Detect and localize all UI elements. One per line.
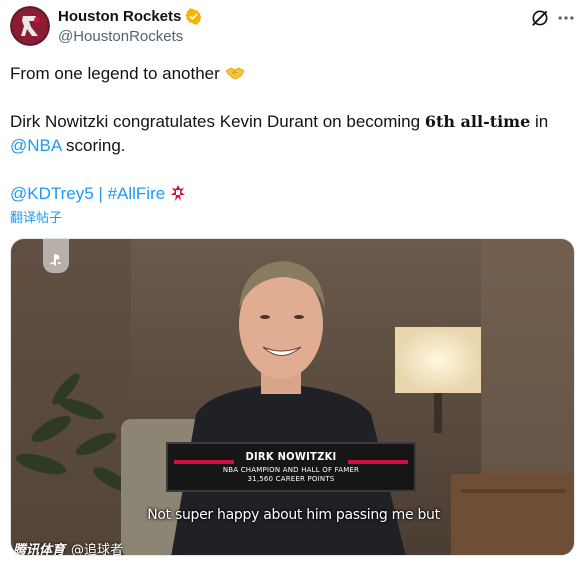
watermark-brand: 腾讯体育 (13, 543, 66, 556)
tweet-text-segment: Dirk Nowitzki congratulates Kevin Durant… (10, 112, 425, 131)
video-media[interactable]: DIRK NOWITZKI NBA CHAMPION AND HALL OF F… (10, 238, 575, 556)
video-watermark: 腾讯体育 @追球者 (13, 539, 124, 556)
hashtag-link-allfire[interactable]: #AllFire (108, 184, 166, 203)
verified-badge-icon[interactable] (185, 8, 202, 25)
tweet-line-2: Dirk Nowitzki congratulates Kevin Durant… (10, 110, 570, 134)
tweet-body: From one legend to another Dirk Nowitzki… (10, 62, 570, 206)
translate-post-link[interactable]: 翻译帖子 (10, 207, 62, 226)
handshake-emoji-icon (224, 64, 245, 83)
tweet-text-segment: in (530, 112, 549, 131)
lower-third-line-1: NBA CHAMPION AND HALL OF FAMER (222, 466, 360, 474)
tweet-bold-text: 6th all-time (424, 112, 531, 131)
more-options-icon[interactable] (556, 8, 576, 28)
tweet-text-segment: scoring. (61, 136, 126, 155)
video-subtitle: Not super happy about him passing me but (147, 507, 440, 523)
grok-icon[interactable] (530, 8, 550, 28)
tweet-line-1: From one legend to another (10, 62, 570, 86)
mention-link-nba[interactable]: @NBA (10, 136, 61, 155)
lower-third-graphic: DIRK NOWITZKI NBA CHAMPION AND HALL OF F… (166, 442, 416, 492)
user-handle[interactable]: @HoustonRockets (58, 28, 183, 45)
avatar[interactable] (10, 6, 50, 46)
tweet-line-4: @KDTrey5 | #AllFire (10, 182, 570, 206)
display-name[interactable]: Houston Rockets (58, 8, 181, 25)
playstation-logo-icon (43, 239, 69, 273)
lower-third-line-2: 31,560 CAREER POINTS (247, 475, 335, 483)
lower-third-name: DIRK NOWITZKI (245, 450, 337, 463)
tweet-header: Houston Rockets @HoustonRockets (10, 6, 576, 50)
separator-text: | (93, 184, 108, 203)
rockets-icon (170, 184, 186, 203)
mention-link-kdtrey5[interactable]: @KDTrey5 (10, 184, 94, 203)
tweet-line-3: @NBA scoring. (10, 134, 570, 158)
tweet-text-segment: From one legend to another (10, 64, 220, 83)
watermark-credit: @追球者 (71, 543, 124, 556)
